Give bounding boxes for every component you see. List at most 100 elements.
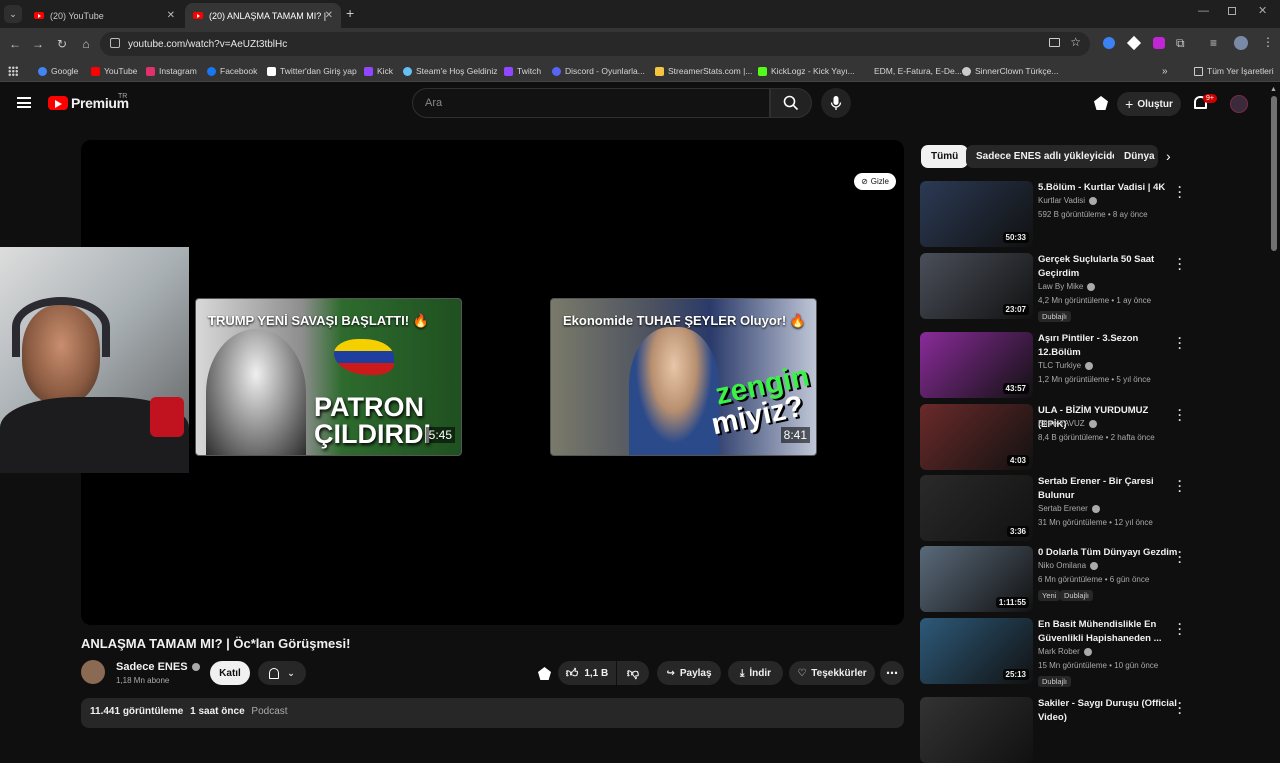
description-box[interactable]: 11.441 görüntüleme 1 saat önce Podcast — [81, 698, 904, 728]
video-title[interactable]: Gerçek Suçlularla 50 Saat Geçirdim — [1038, 253, 1178, 281]
browser-menu-icon[interactable]: ⋮ — [1262, 35, 1274, 49]
close-tab-icon[interactable]: ✕ — [167, 10, 175, 21]
address-bar[interactable]: youtube.com/watch?v=AeUZt3tblHc ☆ — [100, 32, 1090, 56]
hide-endcards-button[interactable]: ⊘ Gizle — [854, 173, 896, 190]
video-title[interactable]: Sakiler - Saygı Duruşu (Official Video) — [1038, 697, 1178, 725]
site-info-icon[interactable] — [110, 38, 120, 48]
tab-search-button[interactable]: ⌄ — [4, 5, 22, 23]
bookmark-steam[interactable]: Steam'e Hoş Geldiniz — [403, 60, 497, 82]
extensions-puzzle-icon[interactable]: ⧉ — [1176, 36, 1185, 51]
bookmark-twitter[interactable]: Twitter'dan Giriş yap — [267, 60, 357, 82]
more-options-icon[interactable]: · · · — [1178, 618, 1182, 640]
recommended-video[interactable]: 23:07 Gerçek Suçlularla 50 Saat Geçirdim L… — [920, 253, 1270, 322]
youtube-premium-logo[interactable]: Premium TR — [48, 93, 129, 111]
video-player[interactable]: ⊘ Gizle TRUMP YENİ SAVAŞI BAŞLATTI! 🔥 PA… — [81, 140, 904, 625]
create-button[interactable]: + Oluştur — [1117, 92, 1181, 116]
video-title[interactable]: Aşırı Pintiler - 3.Sezon 12.Bölüm — [1038, 332, 1178, 360]
more-options-icon[interactable]: · · · — [1178, 475, 1182, 497]
home-icon[interactable]: ⌂ — [77, 28, 95, 60]
bookmark-star-icon[interactable]: ☆ — [1070, 35, 1081, 49]
bookmark-google[interactable]: Google — [38, 60, 78, 82]
profile-avatar[interactable] — [1234, 36, 1248, 50]
endcard-video-2[interactable]: Ekonomide TUHAF ŞEYLER Oluyor! 🔥 zengin … — [550, 298, 817, 456]
close-tab-icon[interactable]: ✕ — [325, 10, 333, 21]
video-title[interactable]: 5.Bölüm - Kurtlar Vadisi | 4K — [1038, 181, 1178, 195]
hamburger-menu-icon[interactable] — [17, 97, 31, 108]
extension-translate-icon[interactable] — [1103, 37, 1115, 49]
more-options-icon[interactable]: · · · — [1178, 546, 1182, 568]
extension-purple-icon[interactable] — [1153, 37, 1165, 49]
dislike-button[interactable]: 👎︎ — [617, 661, 649, 685]
channel-name[interactable]: Mark Rober — [1038, 647, 1092, 656]
video-thumbnail[interactable]: 1:11:55 — [920, 546, 1033, 612]
video-title[interactable]: En Basit Mühendislikle En Güvenlikli Hap… — [1038, 618, 1178, 646]
all-bookmarks[interactable]: Tüm Yer İşaretleri — [1194, 60, 1274, 82]
bookmark-sinnerclown[interactable]: SinnerClown Türkçe... — [962, 60, 1058, 82]
recommended-video[interactable]: Sakiler - Saygı Duruşu (Official Video) ·… — [920, 697, 1270, 763]
search-button[interactable] — [770, 88, 812, 118]
page-scrollbar[interactable] — [1271, 96, 1277, 251]
recommended-video[interactable]: 43:57 Aşırı Pintiler - 3.Sezon 12.Bölüm TL… — [920, 332, 1270, 398]
close-window-icon[interactable]: ✕ — [1258, 4, 1267, 17]
channel-name[interactable]: Kurtlar Vadisi — [1038, 196, 1097, 205]
channel-name[interactable]: Niko Omilana — [1038, 561, 1099, 570]
new-tab-button[interactable]: + — [346, 5, 354, 21]
bookmark-instagram[interactable]: Instagram — [146, 60, 197, 82]
recommended-video[interactable]: 50:33 5.Bölüm - Kurtlar Vadisi | 4K Kurtla… — [920, 181, 1270, 247]
subscription-bell-button[interactable]: ⌄ — [258, 661, 306, 685]
forward-icon[interactable]: → — [29, 28, 47, 60]
channel-name[interactable]: TLC Turkiye — [1038, 361, 1094, 370]
bookmark-discord[interactable]: Discord - Oyunlarla... — [552, 60, 645, 82]
video-thumbnail[interactable]: 43:57 — [920, 332, 1033, 398]
download-button[interactable]: ⤓ İndir — [728, 661, 783, 685]
bookmark-kicklogz[interactable]: KickLogz - Kick Yayı... — [758, 60, 855, 82]
reading-list-icon[interactable]: ≡ — [1210, 36, 1217, 50]
more-options-icon[interactable]: · · · — [1178, 697, 1182, 719]
bookmark-edm[interactable]: EDM, E-Fatura, E-De... — [861, 60, 962, 82]
video-tag[interactable]: Podcast — [251, 706, 287, 717]
recommended-video[interactable]: 4:03 ULA - BİZİM YURDUMUZ (EPİK) Emre YAVU… — [920, 404, 1270, 470]
bookmark-youtube[interactable]: YouTube — [91, 60, 137, 82]
account-avatar[interactable] — [1230, 95, 1248, 113]
chip-uploader[interactable]: Sadece ENES adlı yükleyiciden — [966, 145, 1134, 168]
channel-name[interactable]: Sadece ENES — [116, 661, 200, 673]
browser-tab-youtube[interactable]: (20) YouTube ✕ — [26, 3, 183, 28]
channel-name[interactable]: Law By Mike — [1038, 282, 1096, 291]
more-options-icon[interactable]: · · · — [1178, 253, 1182, 275]
like-button[interactable]: 👍︎ 1,1 B — [558, 661, 616, 685]
voice-search-button[interactable] — [821, 88, 851, 118]
extension-gem-icon[interactable] — [538, 667, 551, 680]
search-input[interactable]: Ara — [412, 88, 770, 118]
more-options-icon[interactable]: · · · — [1178, 404, 1182, 426]
chip-world[interactable]: Dünya — [1114, 145, 1158, 168]
bookmark-twitch[interactable]: Twitch — [504, 60, 541, 82]
back-icon[interactable]: ← — [6, 28, 24, 60]
channel-name[interactable]: Emre YAVUZ — [1038, 419, 1097, 428]
video-thumbnail[interactable]: 25:13 — [920, 618, 1033, 684]
scroll-up-arrow-icon[interactable]: ▲ — [1270, 86, 1277, 93]
extension-cast-icon[interactable] — [1094, 96, 1108, 110]
video-thumbnail[interactable]: 50:33 — [920, 181, 1033, 247]
reload-icon[interactable]: ↻ — [53, 28, 71, 60]
chips-next-icon[interactable]: › — [1166, 148, 1171, 164]
video-title[interactable]: Sertab Erener - Bir Çaresi Bulunur — [1038, 475, 1178, 503]
bookmark-streamerstats[interactable]: StreamerStats.com |... — [655, 60, 752, 82]
more-options-icon[interactable]: · · · — [1178, 181, 1182, 203]
minimize-window-icon[interactable]: — — [1198, 5, 1209, 17]
join-button[interactable]: Katıl — [210, 661, 250, 685]
video-thumbnail[interactable]: 23:07 — [920, 253, 1033, 319]
restore-window-icon[interactable] — [1228, 7, 1236, 15]
chip-all[interactable]: Tümü — [921, 145, 969, 168]
apps-grid-icon[interactable] — [8, 66, 18, 76]
bookmark-facebook[interactable]: Facebook — [207, 60, 257, 82]
video-thumbnail[interactable] — [920, 697, 1033, 763]
recommended-video[interactable]: 1:11:55 0 Dolarla Tüm Dünyayı Gezdim Niko … — [920, 546, 1270, 612]
browser-tab-video[interactable]: (20) ANLAŞMA TAMAM MI? | Ö ✕ — [185, 3, 341, 28]
endcard-video-1[interactable]: TRUMP YENİ SAVAŞI BAŞLATTI! 🔥 PATRON ÇIL… — [195, 298, 462, 456]
recommended-video[interactable]: 3:36 Sertab Erener - Bir Çaresi Bulunur Se… — [920, 475, 1270, 541]
channel-name[interactable]: Sertab Erener — [1038, 504, 1100, 513]
install-app-icon[interactable] — [1049, 38, 1060, 47]
video-title[interactable]: 0 Dolarla Tüm Dünyayı Gezdim — [1038, 546, 1178, 560]
channel-avatar[interactable] — [81, 660, 105, 684]
video-thumbnail[interactable]: 3:36 — [920, 475, 1033, 541]
